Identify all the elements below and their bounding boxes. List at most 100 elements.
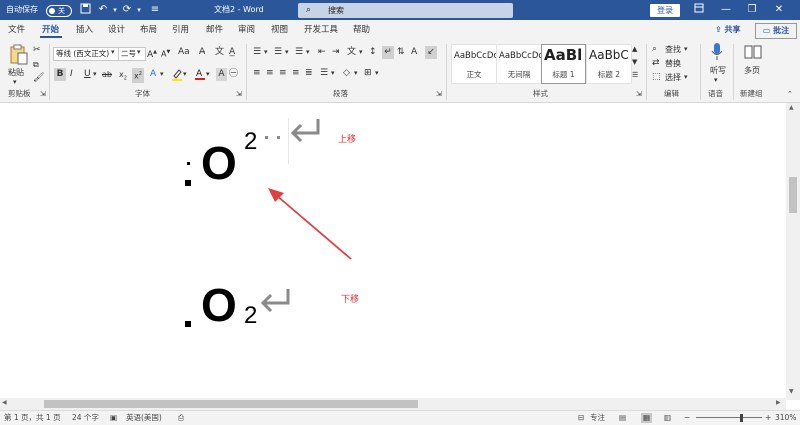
shrink-font-icon[interactable]: A▼ — [161, 46, 170, 61]
bullets-icon[interactable]: ☰ — [253, 46, 261, 59]
italic-button[interactable]: I — [70, 68, 73, 81]
web-layout-icon[interactable]: ▥ — [664, 413, 671, 423]
shading-icon[interactable]: ◇ — [343, 67, 350, 80]
zoom-in-icon[interactable]: + — [765, 413, 771, 423]
paragraph-mark-button[interactable]: ↙ — [425, 46, 437, 59]
accessibility-icon[interactable]: ⎙ — [178, 413, 184, 423]
replace-label[interactable]: 替换 — [665, 57, 681, 70]
tab-developer[interactable]: 开发工具 — [304, 24, 338, 36]
font-name-combo[interactable]: 等线 (西文正文) — [53, 47, 120, 61]
zoom-out-icon[interactable]: − — [684, 413, 690, 423]
borders-icon[interactable]: ⊞ — [364, 67, 372, 80]
customize-toolbar-icon[interactable]: ≡ — [148, 3, 162, 17]
asian-layout-icon[interactable]: A — [411, 46, 417, 59]
text-effects-icon[interactable]: A — [150, 68, 156, 81]
strikethrough-button[interactable]: ab — [102, 68, 112, 81]
justify-icon[interactable]: ≡ — [292, 67, 300, 80]
increase-indent-icon[interactable]: ⇥ — [332, 46, 340, 59]
text-effects-dropdown-icon[interactable]: ▾ — [160, 68, 164, 81]
vertical-scroll-thumb[interactable] — [789, 177, 797, 213]
change-case-icon[interactable]: Aa — [178, 46, 190, 59]
align-center-icon[interactable]: ≡ — [266, 67, 274, 80]
select-icon[interactable]: ⬚ — [652, 71, 661, 84]
formula2-oxygen[interactable]: O — [201, 282, 237, 328]
font-color-icon[interactable]: A — [194, 67, 206, 85]
bullets-dropdown-icon[interactable]: ▾ — [264, 46, 268, 59]
scroll-right-icon[interactable]: ▶ — [776, 399, 781, 406]
multipage-label[interactable]: 多页 — [744, 64, 760, 77]
enclose-char-icon[interactable]: ㊀ — [229, 68, 238, 81]
font-launcher-icon[interactable]: ⇲ — [236, 88, 242, 101]
style-heading-1[interactable]: AaBl 标题 1 — [541, 44, 586, 84]
clipboard-launcher-icon[interactable]: ⇲ — [40, 88, 46, 101]
numbering-dropdown-icon[interactable]: ▾ — [285, 46, 289, 59]
find-label[interactable]: 查找 — [665, 43, 681, 56]
share-button[interactable]: ⇪ 共享 — [715, 23, 749, 37]
vertical-scrollbar[interactable] — [786, 103, 800, 400]
multilevel-dropdown-icon[interactable]: ▾ — [306, 46, 310, 59]
focus-icon[interactable]: ⊟ — [578, 413, 584, 423]
tab-insert[interactable]: 插入 — [76, 24, 93, 36]
horizontal-scroll-thumb[interactable] — [44, 400, 418, 408]
font-color-dropdown-icon[interactable]: ▾ — [206, 68, 210, 81]
format-painter-icon[interactable]: 🖌 — [33, 72, 44, 85]
bold-button[interactable]: B — [54, 68, 66, 81]
chinese-layout-icon[interactable]: 文 — [347, 46, 356, 59]
save-icon[interactable] — [78, 3, 92, 17]
highlight-icon[interactable] — [171, 68, 183, 86]
char-border-icon[interactable]: A̲ — [229, 46, 235, 59]
page-count[interactable]: 第 1 页，共 1 页 — [4, 413, 61, 423]
formula1-oxygen[interactable]: O — [201, 140, 237, 186]
focus-label[interactable]: 专注 — [590, 413, 605, 423]
clear-formatting-icon[interactable]: A̶ — [199, 46, 205, 59]
close-icon[interactable]: ✕ — [772, 3, 786, 17]
cut-icon[interactable]: ✂ — [33, 44, 41, 57]
superscript-button[interactable]: x2 — [132, 68, 144, 83]
subscript-button[interactable]: x2 — [119, 68, 127, 86]
redo-dropdown-icon[interactable]: ▾ — [132, 3, 146, 17]
highlight-dropdown-icon[interactable]: ▾ — [183, 68, 187, 81]
underline-button[interactable]: U — [84, 68, 91, 81]
dictate-label[interactable]: 听写 — [710, 64, 726, 77]
numbering-icon[interactable]: ☰ — [274, 46, 282, 59]
zoom-slider-thumb[interactable] — [740, 414, 743, 422]
phonetic-guide-icon[interactable]: 文 — [215, 46, 224, 59]
font-size-dropdown-icon[interactable]: ▾ — [137, 46, 141, 59]
autosave-toggle[interactable]: 关 — [46, 5, 72, 17]
styles-scroll-up-icon[interactable]: ▲ — [632, 43, 637, 56]
paste-button[interactable] — [8, 44, 30, 66]
show-marks-button[interactable]: ↵ — [382, 46, 394, 59]
styles-launcher-icon[interactable]: ⇲ — [636, 88, 642, 101]
multilevel-list-icon[interactable]: ☰ — [295, 46, 303, 59]
restore-icon[interactable]: ❐ — [745, 3, 759, 17]
underline-dropdown-icon[interactable]: ▾ — [93, 68, 97, 81]
collapse-ribbon-icon[interactable]: ⌃ — [787, 88, 793, 101]
find-dropdown-icon[interactable]: ▾ — [684, 43, 688, 56]
line-spacing-options-icon[interactable]: ☰ — [320, 67, 328, 80]
styles-more-icon[interactable]: ☰ — [632, 69, 638, 82]
paste-dropdown-icon[interactable]: ▾ — [13, 76, 17, 89]
tab-references[interactable]: 引用 — [172, 24, 189, 36]
sort-icon[interactable]: ⇅ — [397, 46, 405, 59]
scroll-left-icon[interactable]: ◀ — [2, 399, 7, 406]
proofing-icon[interactable]: ▣ — [110, 413, 117, 423]
formula2-subscript[interactable]: 2 — [244, 304, 257, 328]
tab-view[interactable]: 视图 — [271, 24, 288, 36]
select-dropdown-icon[interactable]: ▾ — [684, 71, 688, 84]
ribbon-display-icon[interactable] — [692, 3, 706, 17]
font-name-dropdown-icon[interactable]: ▾ — [111, 46, 115, 59]
search-box[interactable]: ⌕ 搜索 — [298, 3, 513, 18]
align-right-icon[interactable]: ≡ — [279, 67, 287, 80]
copy-icon[interactable]: ⧉ — [33, 58, 39, 71]
formula1-superscript[interactable]: 2 — [244, 130, 257, 154]
char-shading-icon[interactable]: A — [216, 68, 227, 81]
align-left-icon[interactable]: ≡ — [253, 67, 261, 80]
zoom-slider-track[interactable] — [696, 417, 762, 418]
tab-layout[interactable]: 布局 — [140, 24, 157, 36]
font-size-combo[interactable]: 二号 — [118, 47, 146, 61]
grow-font-icon[interactable]: A▲ — [147, 46, 157, 62]
tab-help[interactable]: 帮助 — [353, 24, 370, 36]
replace-icon[interactable]: ⇄ — [652, 57, 660, 70]
comment-button[interactable]: ▭ 批注 — [755, 23, 797, 39]
paragraph-launcher-icon[interactable]: ⇲ — [436, 88, 442, 101]
